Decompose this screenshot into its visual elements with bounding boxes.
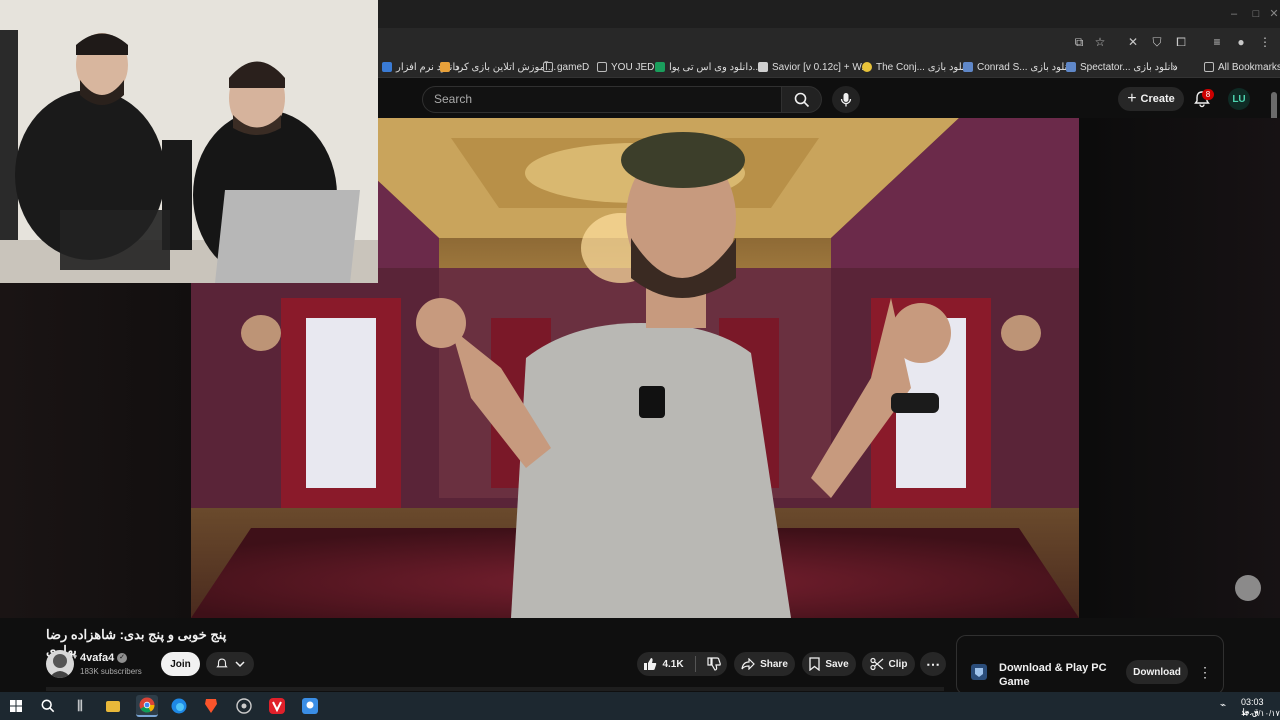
app-icon[interactable] (299, 695, 321, 717)
folder-icon (1204, 62, 1214, 72)
brave-icon[interactable] (200, 695, 222, 717)
shield-icon[interactable]: ⛉ (1148, 34, 1166, 50)
bookmark-item[interactable]: Savior [v 0.12c] + W... (758, 58, 870, 76)
subscriber-count: 183K subscribers (80, 667, 142, 676)
network-icon[interactable]: ⌁ (1220, 700, 1232, 712)
minimize-icon[interactable]: – (1224, 6, 1244, 22)
bookmark-item[interactable]: The Conj... دانلود بازی (862, 58, 972, 76)
steam-icon[interactable] (233, 695, 255, 717)
search-input[interactable] (422, 86, 782, 113)
scissors-icon (869, 657, 883, 671)
share-icon (741, 658, 755, 670)
bookmark-favicon-icon (758, 62, 768, 72)
verified-badge-icon: ✓ (117, 653, 127, 663)
webcam-overlay (0, 0, 378, 283)
maximize-icon[interactable]: □ (1246, 6, 1266, 22)
all-bookmarks[interactable]: All Bookmarks (1204, 58, 1280, 76)
game-app-icon (971, 664, 987, 680)
bookmark-star-icon[interactable]: ☆ (1091, 34, 1109, 50)
vivaldi-icon[interactable] (266, 695, 288, 717)
ad-menu-icon[interactable]: ⋮ (1198, 663, 1212, 681)
plus-icon: + (1127, 90, 1137, 107)
bookmark-item[interactable]: آموزش اتلاین بازی کرد... (440, 58, 556, 76)
search-icon[interactable] (37, 695, 59, 717)
bookmark-favicon-icon (1066, 62, 1076, 72)
description-box-edge (46, 687, 944, 691)
bookmark-item[interactable]: Conrad S... دانلود بازی (963, 58, 1075, 76)
clock-date[interactable]: ۱۴۰۳/۱۰/۱۷ (1241, 709, 1280, 718)
windows-taskbar (0, 692, 1280, 720)
save-button[interactable]: Save (802, 652, 856, 676)
join-button[interactable]: Join (161, 652, 200, 676)
browser-menu-icon[interactable]: ⋮ (1256, 34, 1274, 50)
ad-title[interactable]: Download & Play PC Game (999, 661, 1109, 689)
search-button[interactable] (782, 86, 822, 113)
bookmark-favicon-icon (440, 62, 450, 72)
task-view-icon[interactable]: ⫼ (69, 695, 91, 717)
search-placeholder: Search (434, 92, 473, 106)
chevron-down-icon (235, 661, 245, 668)
channel-name[interactable]: 4vafa4 (80, 652, 114, 664)
extensions-icon[interactable]: ⧠ (1172, 34, 1190, 50)
channel-avatar[interactable] (46, 650, 74, 678)
folder-icon (543, 62, 553, 72)
share-button[interactable]: Share (734, 652, 795, 676)
bookmark-icon (809, 657, 820, 671)
search-icon (794, 92, 809, 107)
channel-watermark-icon[interactable] (1235, 575, 1261, 601)
like-dislike-group: 4.1K (637, 652, 727, 676)
bookmark-favicon-icon (862, 62, 872, 72)
clip-button[interactable]: Clip (862, 652, 915, 676)
notification-count-badge: 8 (1202, 89, 1214, 100)
like-divider (694, 656, 696, 672)
bell-icon (216, 658, 228, 668)
bookmarks-overflow-icon[interactable]: » (1172, 58, 1178, 76)
profile-icon[interactable]: ● (1232, 34, 1250, 50)
bookmark-favicon-icon (382, 62, 392, 72)
windows-start-icon[interactable] (5, 695, 27, 717)
more-actions-icon[interactable]: ⋯ (920, 652, 946, 676)
microphone-icon (840, 92, 852, 106)
like-count[interactable]: 4.1K (662, 659, 683, 670)
bookmark-favicon-icon (655, 62, 665, 72)
webcam-frame (0, 0, 378, 283)
chrome-icon[interactable] (136, 695, 158, 717)
bookmark-item[interactable]: gameD (543, 58, 589, 76)
folder-icon (597, 62, 607, 72)
close-window-icon[interactable]: ✕ (1264, 6, 1280, 22)
stop-loading-icon[interactable]: ✕ (1124, 34, 1142, 50)
ad-download-button[interactable]: Download (1126, 660, 1188, 684)
thumbs-up-icon[interactable] (643, 657, 657, 671)
create-button[interactable]: + Create (1118, 87, 1184, 111)
bookmark-item[interactable]: Spectator... دانلود بازی (1066, 58, 1178, 76)
install-app-icon[interactable]: ⧉ (1070, 34, 1088, 50)
bookmark-item[interactable]: دانلود وی اس تی پوا... (655, 58, 761, 76)
thumbs-down-icon[interactable] (706, 657, 721, 671)
reading-list-icon[interactable]: ≡ (1208, 34, 1226, 50)
edge-icon[interactable] (168, 695, 190, 717)
bookmark-item[interactable]: YOU JED (597, 58, 654, 76)
subscription-notifications-button[interactable] (206, 652, 254, 676)
account-avatar[interactable]: LU (1228, 88, 1250, 110)
bookmark-favicon-icon (963, 62, 973, 72)
file-explorer-icon[interactable] (102, 695, 124, 717)
voice-search-button[interactable] (832, 86, 860, 113)
